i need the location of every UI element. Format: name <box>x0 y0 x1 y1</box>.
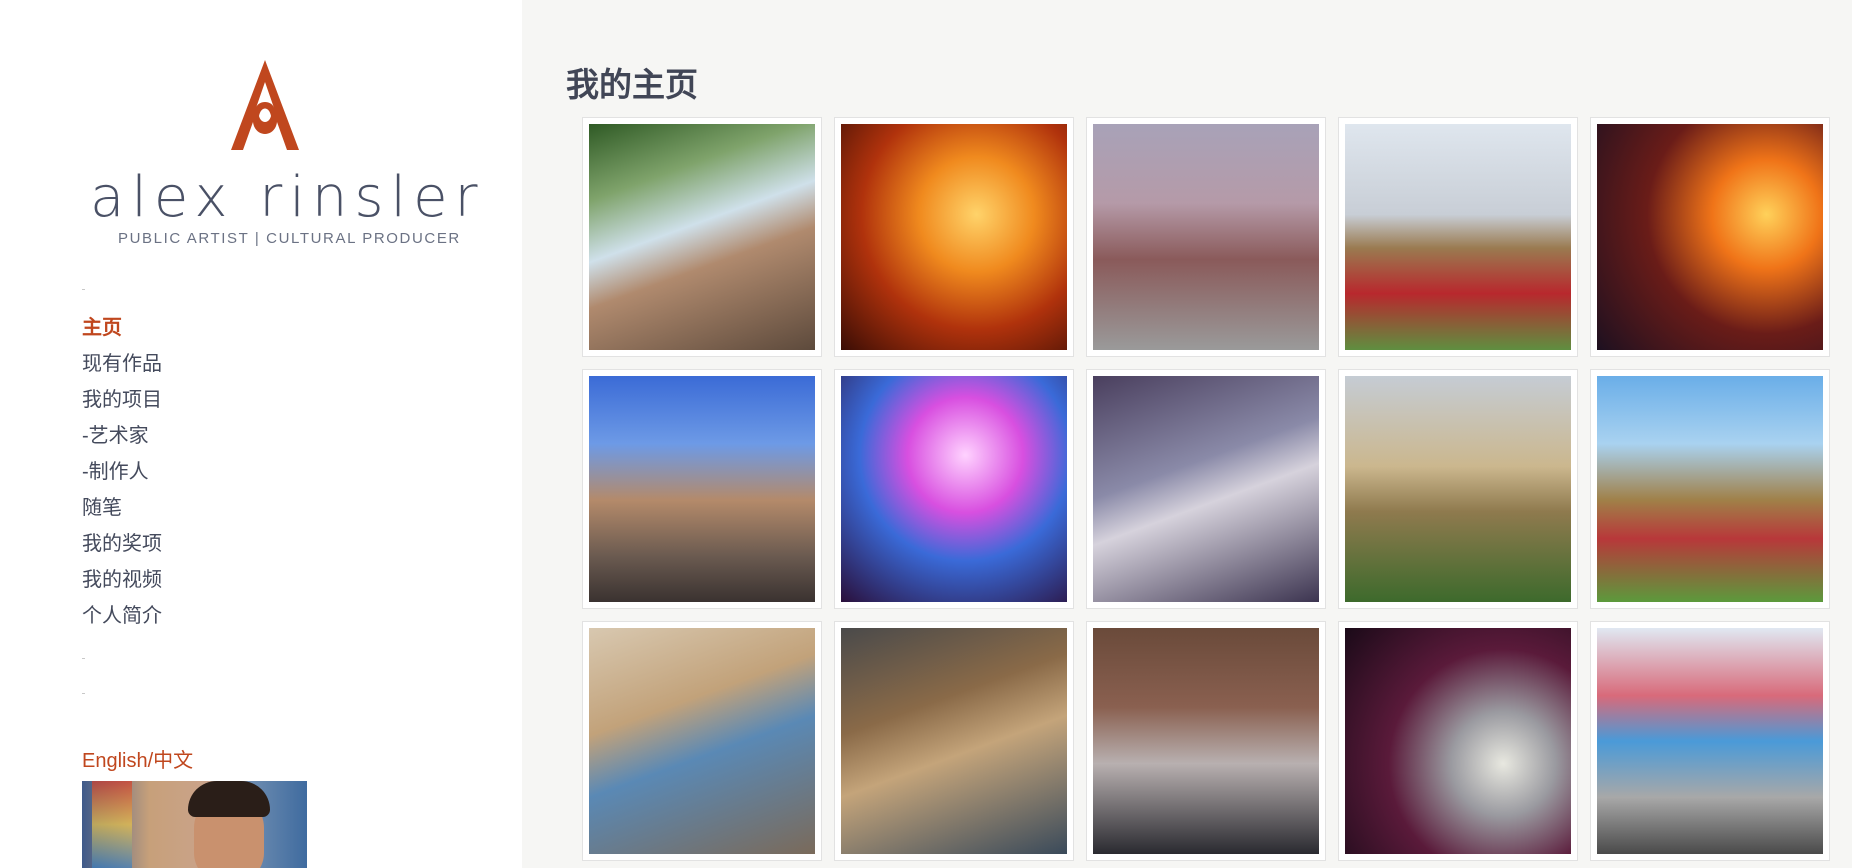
language-switch-link[interactable]: English/中文 <box>82 744 193 773</box>
divider-dot <box>82 289 85 290</box>
nav-item[interactable]: 个人简介 <box>82 598 162 634</box>
gallery-thumbnail[interactable] <box>1338 117 1578 357</box>
gallery-thumbnail[interactable] <box>834 621 1074 861</box>
logo-wordmark: alex rinsler <box>90 170 478 226</box>
logo-a-mark-icon <box>231 60 299 150</box>
nav-item[interactable]: 随笔 <box>82 490 162 526</box>
gallery-thumbnail[interactable] <box>1338 621 1578 861</box>
gallery-thumbnail[interactable] <box>1086 621 1326 861</box>
logo-name-first: alex <box>90 165 235 230</box>
fire-night-photo <box>1597 124 1823 350</box>
sculpture-tree-photo <box>589 124 815 350</box>
chess-players-photo <box>1093 628 1319 854</box>
fox-sculpture-park-photo <box>1345 376 1571 602</box>
artist-portrait-photo <box>82 781 307 868</box>
nav-item[interactable]: 现有作品 <box>82 346 162 382</box>
main-nav: 主页 现有作品 我的项目 -艺术家 -制作人 随笔 我的奖项 我的视频 个人简介 <box>82 310 162 634</box>
gallery-thumbnail[interactable] <box>582 369 822 609</box>
nav-item[interactable]: 我的视频 <box>82 562 162 598</box>
page-title: 我的主页 <box>566 65 698 104</box>
nav-item[interactable]: -制作人 <box>82 454 162 490</box>
divider-dot <box>82 693 85 694</box>
crowd-aerial-photo <box>1093 376 1319 602</box>
colorful-tower-sculpture-photo <box>1597 628 1823 854</box>
gallery-thumbnail[interactable] <box>834 117 1074 357</box>
nav-item[interactable]: 我的项目 <box>82 382 162 418</box>
nav-item[interactable]: 主页 <box>82 310 162 346</box>
gallery-thumbnail[interactable] <box>1086 369 1326 609</box>
burning-ship-photo <box>841 124 1067 350</box>
divider-dot <box>82 658 85 659</box>
crowd-performers-photo <box>1093 124 1319 350</box>
main-content: 我的主页 <box>522 0 1852 868</box>
gallery-thumbnail[interactable] <box>1086 117 1326 357</box>
gallery-grid <box>582 117 1830 861</box>
city-street-letters-photo <box>589 628 815 854</box>
giant-fox-sculpture-photo <box>1345 124 1571 350</box>
sidebar: alex rinsler PUBLIC ARTIST | CULTURAL PR… <box>0 0 522 868</box>
nav-item[interactable]: -艺术家 <box>82 418 162 454</box>
site-logo[interactable]: alex rinsler PUBLIC ARTIST | CULTURAL PR… <box>90 60 478 250</box>
logo-tagline: PUBLIC ARTIST | CULTURAL PRODUCER <box>118 230 461 247</box>
nav-item[interactable]: 我的奖项 <box>82 526 162 562</box>
gallery-thumbnail[interactable] <box>582 117 822 357</box>
gallery-thumbnail[interactable] <box>1590 369 1830 609</box>
gallery-thumbnail[interactable] <box>582 621 822 861</box>
fox-sculpture-container-photo <box>1597 376 1823 602</box>
gallery-thumbnail[interactable] <box>1590 621 1830 861</box>
illuminated-building-photo <box>841 376 1067 602</box>
gallery-thumbnail[interactable] <box>1338 369 1578 609</box>
gallery-thumbnail[interactable] <box>1590 117 1830 357</box>
gallery-thumbnail[interactable] <box>834 369 1074 609</box>
logo-name-last: rinsler <box>259 165 485 230</box>
blackpool-illuminations-photo <box>1345 628 1571 854</box>
cardboard-sculpture-photo <box>841 628 1067 854</box>
giraffe-sculpture-photo <box>589 376 815 602</box>
